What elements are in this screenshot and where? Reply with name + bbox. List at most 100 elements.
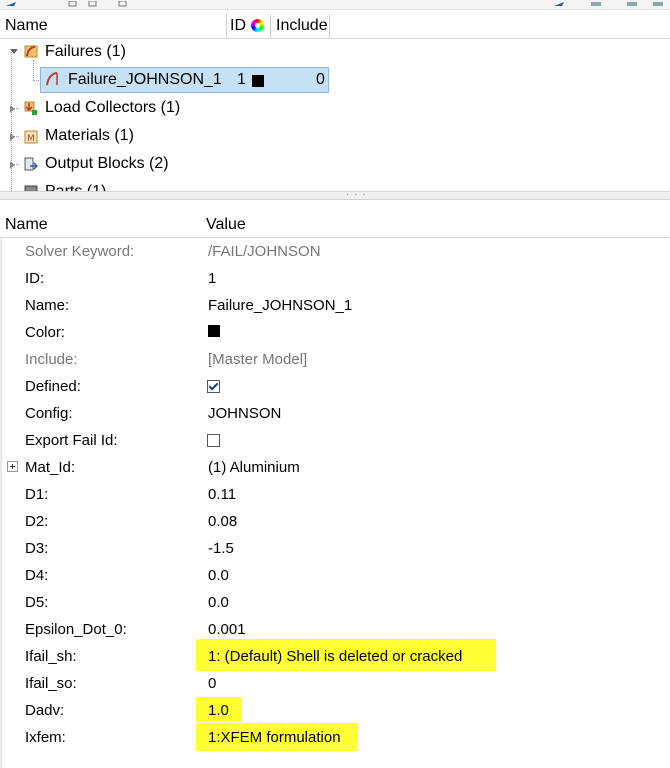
toolbar-tool-icon[interactable]: [118, 1, 128, 7]
toolbar-tool-icon[interactable]: [68, 1, 78, 7]
tree-node-include: 0: [316, 71, 325, 88]
entity-editor: Name Value Solver Keyword: /FAIL/JOHNSON…: [0, 203, 670, 768]
column-header-id[interactable]: ID: [230, 17, 246, 35]
property-name: Mat_Id:: [25, 459, 76, 476]
material-icon: M: [24, 130, 38, 144]
tree-header: Name ID Include: [0, 14, 670, 39]
ifail-so-field[interactable]: 0: [208, 675, 216, 692]
failure-icon: [46, 72, 58, 86]
color-wheel-icon[interactable]: [251, 19, 264, 32]
ixfem-field[interactable]: 1:XFEM formulation: [208, 729, 341, 746]
panel-splitter[interactable]: · · ·: [0, 189, 670, 200]
property-value: [Master Model]: [208, 351, 308, 368]
column-divider[interactable]: [270, 14, 271, 38]
config-field[interactable]: JOHNSON: [208, 405, 281, 422]
tree-line: [33, 60, 34, 80]
toolbar-tool-icon[interactable]: [626, 1, 640, 7]
column-divider[interactable]: [329, 14, 330, 38]
property-row-d1[interactable]: D1: 0.11: [0, 481, 670, 508]
column-header-name[interactable]: Name: [5, 216, 48, 234]
tree-node-failure-johnson[interactable]: Failure_JOHNSON_1: [68, 68, 222, 92]
load-collector-icon: [24, 101, 37, 115]
property-row-mat-id[interactable]: Mat_Id: (1) Aluminium: [0, 454, 670, 481]
d3-field[interactable]: -1.5: [208, 540, 234, 557]
property-name: Solver Keyword:: [25, 243, 135, 260]
toolbar-arrow-icon[interactable]: [552, 1, 566, 7]
ifail-sh-field[interactable]: 1: (Default) Shell is deleted or cracked: [208, 648, 462, 665]
expand-arrow-icon[interactable]: [10, 161, 15, 169]
column-header-name[interactable]: Name: [5, 17, 48, 35]
d4-field[interactable]: 0.0: [208, 567, 229, 584]
collapse-arrow-icon[interactable]: [10, 49, 18, 54]
toolbar-tool-icon[interactable]: [88, 1, 98, 7]
property-row-export-fail-id[interactable]: Export Fail Id:: [0, 427, 670, 454]
property-name: Name:: [25, 297, 70, 314]
property-row-ixfem[interactable]: Ixfem: 1:XFEM formulation: [0, 724, 670, 751]
property-name: Config:: [25, 405, 73, 422]
tree-node-load-collectors[interactable]: Load Collectors (1): [45, 96, 180, 120]
color-swatch[interactable]: [252, 75, 264, 87]
editor-header: Name Value: [0, 213, 670, 238]
column-header-value[interactable]: Value: [206, 216, 246, 234]
tree-node-output-blocks[interactable]: Output Blocks (2): [45, 152, 169, 176]
property-name: Ifail_so:: [25, 675, 77, 692]
output-block-icon: [24, 157, 38, 171]
export-fail-id-checkbox[interactable]: [207, 434, 220, 447]
tree-node-id: 1: [237, 71, 246, 88]
property-name: Include:: [25, 351, 78, 368]
tree-node-parts[interactable]: Parts (1): [45, 180, 106, 191]
property-row-name[interactable]: Name: Failure_JOHNSON_1: [0, 292, 670, 319]
tree-node-materials[interactable]: Materials (1): [45, 124, 134, 148]
expand-plus-icon[interactable]: [7, 461, 18, 472]
property-row-d2[interactable]: D2: 0.08: [0, 508, 670, 535]
d2-field[interactable]: 0.08: [208, 513, 237, 530]
toolbar-tool-icon[interactable]: [590, 1, 604, 7]
property-value: /FAIL/JOHNSON: [208, 243, 321, 260]
toolbar-tool-icon[interactable]: [652, 1, 666, 7]
color-swatch[interactable]: [208, 325, 220, 337]
property-name: Export Fail Id:: [25, 432, 118, 449]
tree-line: [11, 50, 12, 191]
defined-checkbox[interactable]: [207, 380, 220, 393]
column-divider[interactable]: [226, 14, 227, 38]
expand-arrow-icon[interactable]: [10, 105, 15, 113]
d1-field[interactable]: 0.11: [208, 486, 236, 503]
property-row-d5[interactable]: D5: 0.0: [0, 589, 670, 616]
toolbar-arrow-icon[interactable]: [4, 1, 20, 7]
property-row-ifail-so[interactable]: Ifail_so: 0: [0, 670, 670, 697]
property-row-color[interactable]: Color:: [0, 319, 670, 346]
property-row-d3[interactable]: D3: -1.5: [0, 535, 670, 562]
property-name: Color:: [25, 324, 66, 341]
d5-field[interactable]: 0.0: [208, 594, 229, 611]
property-name: D4:: [25, 567, 49, 584]
property-row-d4[interactable]: D4: 0.0: [0, 562, 670, 589]
splitter-grip[interactable]: · · ·: [346, 189, 367, 200]
expand-arrow-icon[interactable]: [10, 133, 15, 141]
property-name: ID:: [25, 270, 45, 287]
property-name: Dadv:: [25, 702, 65, 719]
toolbar: [0, 0, 670, 10]
column-header-include[interactable]: Include: [276, 17, 328, 35]
property-row-defined[interactable]: Defined:: [0, 373, 670, 400]
property-row-config[interactable]: Config: JOHNSON: [0, 400, 670, 427]
property-row-id[interactable]: ID: 1: [0, 265, 670, 292]
property-row-solver-keyword: Solver Keyword: /FAIL/JOHNSON: [0, 238, 670, 265]
property-name: Ifail_sh:: [25, 648, 77, 665]
property-name: Defined:: [25, 378, 81, 395]
epsilon-dot-0-field[interactable]: 0.001: [208, 621, 246, 638]
failure-folder-icon: [24, 45, 38, 58]
id-field[interactable]: 1: [208, 270, 216, 287]
property-name: Ixfem:: [25, 729, 66, 746]
tree-node-failures[interactable]: Failures (1): [45, 40, 126, 64]
property-row-dadv[interactable]: Dadv: 1.0: [0, 697, 670, 724]
name-field[interactable]: Failure_JOHNSON_1: [208, 297, 352, 314]
property-row-epsilon-dot-0[interactable]: Epsilon_Dot_0: 0.001: [0, 616, 670, 643]
property-name: D1:: [25, 486, 49, 503]
property-row-include: Include: [Master Model]: [0, 346, 670, 373]
property-row-ifail-sh[interactable]: Ifail_sh: 1: (Default) Shell is deleted …: [0, 643, 670, 670]
svg-text:M: M: [27, 134, 35, 144]
property-name: Epsilon_Dot_0:: [25, 621, 127, 638]
dadv-field[interactable]: 1.0: [208, 702, 229, 719]
model-browser-tree: Name ID Include Failures (1) Failure_JOH…: [0, 10, 670, 191]
mat-id-field[interactable]: (1) Aluminium: [208, 459, 300, 476]
